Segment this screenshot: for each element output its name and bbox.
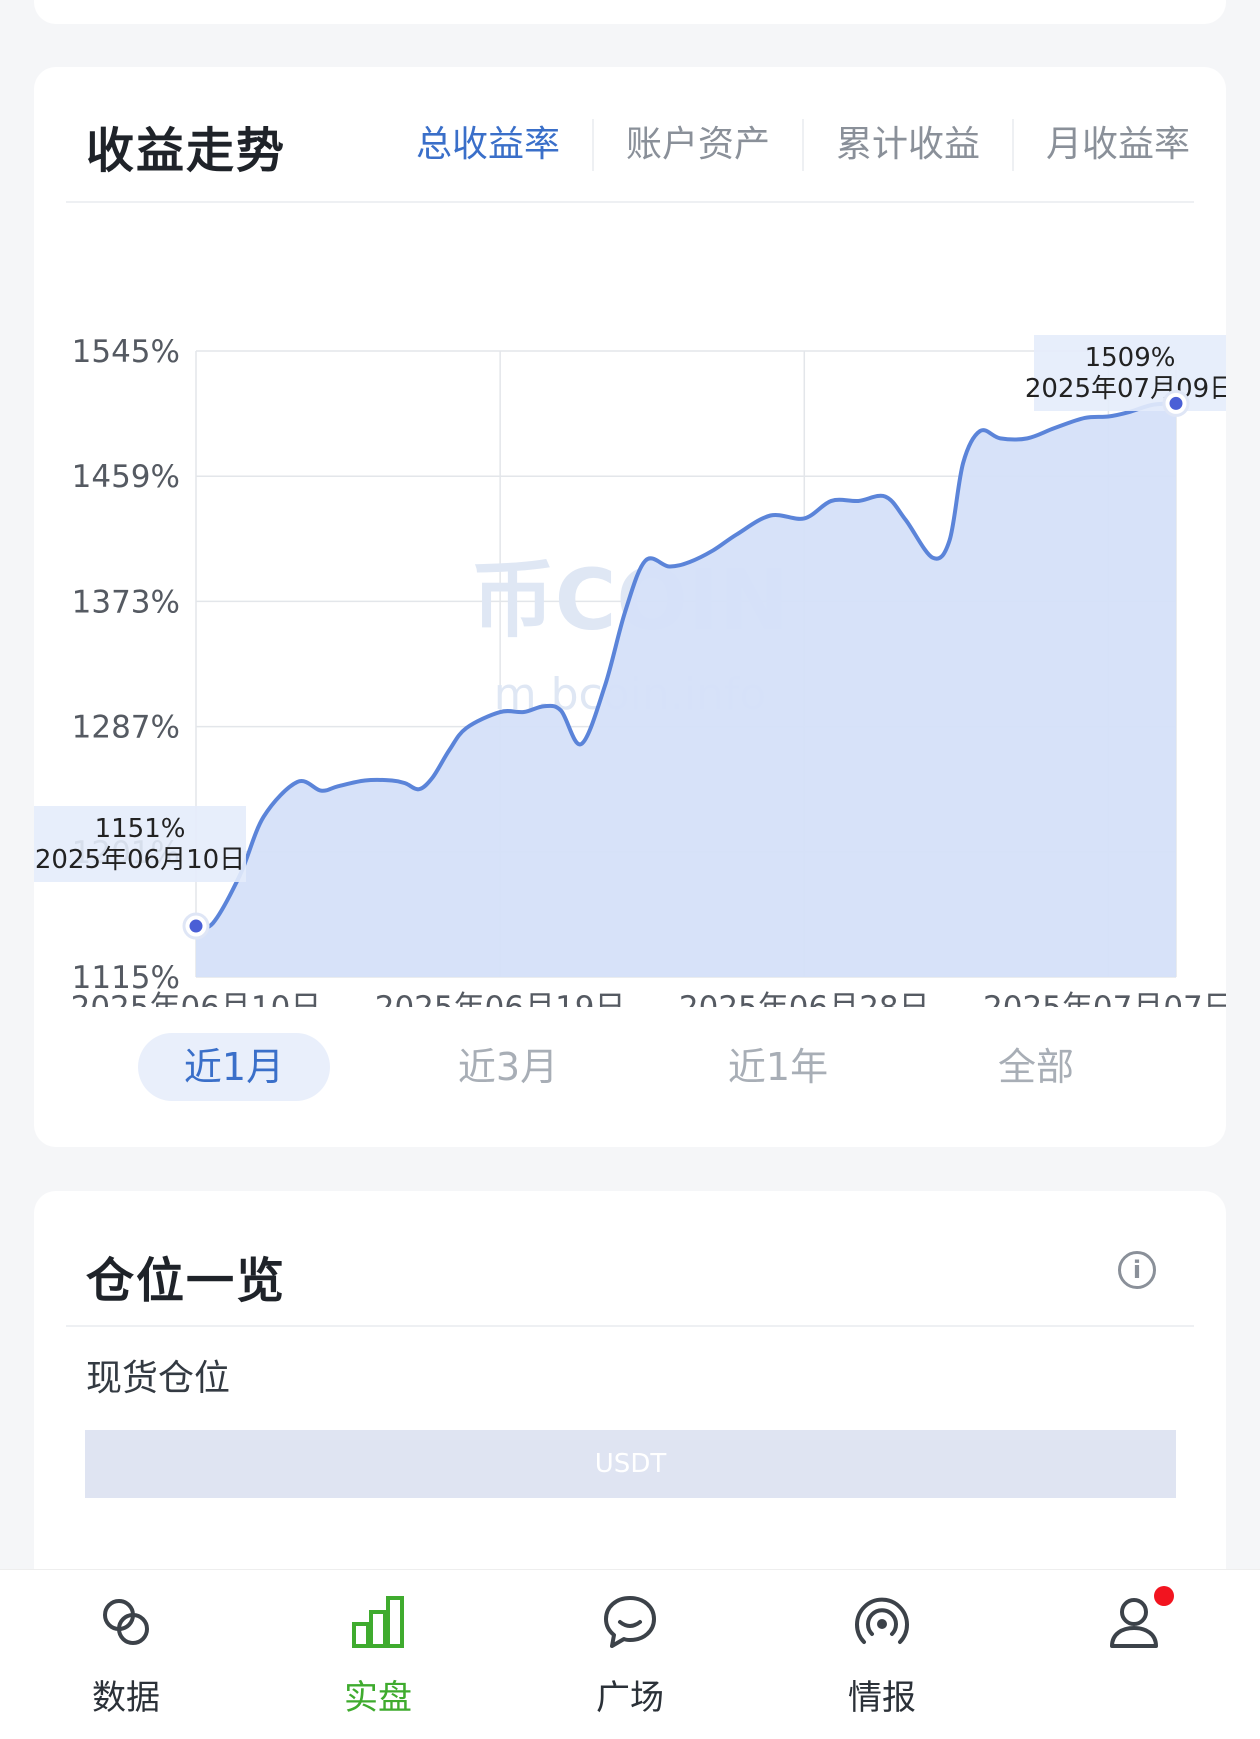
x-tick-label: 2025年06月19日 bbox=[375, 990, 626, 1007]
nav-square-label: 广场 bbox=[596, 1678, 664, 1718]
return-chart[interactable]: 币COIN m.bcoin.info 1545%1459%1373%1287%1… bbox=[34, 207, 1226, 1007]
range-all-button[interactable]: 全部 bbox=[940, 1033, 1132, 1101]
spot-position-label: 现货仓位 bbox=[86, 1358, 231, 1399]
trend-title: 收益走势 bbox=[86, 123, 287, 179]
data-point bbox=[189, 919, 203, 933]
range-3m-button[interactable]: 近3月 bbox=[412, 1033, 604, 1101]
position-title: 仓位一览 bbox=[86, 1253, 287, 1309]
tooltip-value: 1151% bbox=[95, 814, 186, 844]
tooltip-value: 1509% bbox=[1085, 343, 1176, 373]
y-tick-label: 1373% bbox=[72, 584, 180, 620]
tooltip-date: 2025年06月10日 bbox=[35, 845, 245, 875]
tab-account-assets[interactable]: 账户资产 bbox=[591, 119, 802, 171]
divider bbox=[66, 201, 1194, 203]
y-tick-label: 1545% bbox=[72, 334, 180, 370]
range-1y-button[interactable]: 近1年 bbox=[682, 1033, 874, 1101]
usdt-allocation-bar[interactable]: USDT bbox=[85, 1430, 1176, 1498]
x-tick-label: 2025年06月28日 bbox=[679, 990, 930, 1007]
bar-chart-icon bbox=[352, 1596, 404, 1648]
nav-data-label: 数据 bbox=[92, 1678, 160, 1718]
metric-tabs: 总收益率 账户资产 累计收益 月收益率 bbox=[384, 119, 1190, 171]
range-1m-button[interactable]: 近1月 bbox=[138, 1033, 330, 1101]
trend-card: 收益走势 总收益率 账户资产 累计收益 月收益率 币COIN m.bcoin.i… bbox=[34, 67, 1226, 1147]
x-tick-label: 2025年06月10日 bbox=[71, 990, 322, 1007]
y-tick-label: 1459% bbox=[72, 459, 180, 495]
tab-total-return[interactable]: 总收益率 bbox=[384, 119, 592, 171]
info-icon[interactable]: i bbox=[1118, 1251, 1156, 1289]
chat-icon bbox=[604, 1596, 656, 1648]
range-selector: 近1月 近3月 近1年 全部 bbox=[34, 1033, 1226, 1103]
nav-intel-label: 情报 bbox=[848, 1678, 916, 1718]
data-icon bbox=[103, 1599, 149, 1645]
bottom-nav: 数据 实盘 广场 情报 bbox=[0, 1569, 1260, 1739]
previous-card bbox=[34, 0, 1226, 24]
nav-intel[interactable]: 情报 bbox=[792, 1592, 972, 1719]
nav-live-label: 实盘 bbox=[344, 1678, 412, 1718]
nav-profile[interactable] bbox=[1044, 1586, 1224, 1670]
y-tick-label: 1287% bbox=[72, 710, 180, 746]
return-area bbox=[196, 403, 1176, 977]
x-tick-label: 2025年07月07日 bbox=[983, 990, 1226, 1007]
nav-data[interactable]: 数据 bbox=[36, 1592, 216, 1719]
tab-monthly-return[interactable]: 月收益率 bbox=[1011, 119, 1190, 171]
tooltip-date: 2025年07月09日 bbox=[1025, 374, 1226, 404]
data-point bbox=[1169, 396, 1183, 410]
position-card: 仓位一览 i 现货仓位 USDT bbox=[34, 1191, 1226, 1611]
nav-live[interactable]: 实盘 bbox=[288, 1592, 468, 1719]
divider bbox=[66, 1325, 1194, 1327]
signal-icon bbox=[855, 1597, 909, 1644]
notification-badge bbox=[1154, 1586, 1174, 1606]
tab-cumulative-profit[interactable]: 累计收益 bbox=[801, 119, 1012, 171]
y-axis-labels: 1545%1459%1373%1287%1201%1115% bbox=[72, 334, 180, 996]
nav-square[interactable]: 广场 bbox=[540, 1592, 720, 1719]
x-axis-labels: 2025年06月10日 2025年06月19日 2025年06月28日 2025年07… bbox=[71, 990, 1226, 1007]
